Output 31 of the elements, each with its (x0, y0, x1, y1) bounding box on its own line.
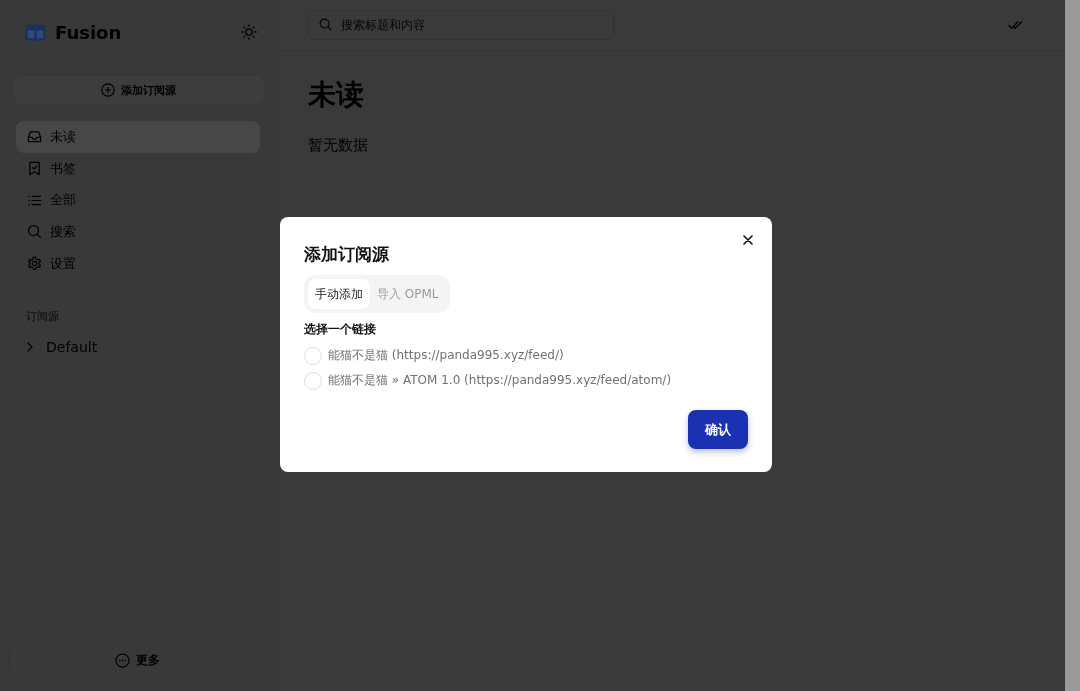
search-icon (319, 18, 332, 31)
radio-label[interactable]: 能猫不是猫 (https://panda995.xyz/feed/) (328, 347, 564, 364)
app-name: Fusion (55, 21, 122, 43)
nav-item[interactable]: 搜索 (16, 216, 260, 248)
sun-icon (241, 24, 257, 40)
bookmark-icon (27, 161, 42, 177)
inbox-icon (27, 129, 42, 145)
more-button[interactable]: 更多 (8, 645, 267, 675)
field-label: 选择一个链接 (304, 321, 376, 337)
radio-button[interactable] (304, 371, 322, 390)
nav-item[interactable]: 未读 (16, 121, 260, 153)
more-circle-icon (115, 652, 130, 668)
window-logo-icon (25, 23, 46, 41)
double-check-icon (1008, 20, 1023, 30)
radio-button[interactable] (304, 346, 322, 365)
close-button[interactable] (743, 235, 753, 245)
settings-icon (27, 256, 42, 272)
add-feed-button[interactable]: 添加订阅源 (14, 76, 263, 104)
theme-toggle-button[interactable] (241, 24, 257, 40)
feed-group-item[interactable]: Default (27, 332, 98, 363)
page-title: 未读 (308, 77, 365, 113)
search-icon (27, 224, 42, 240)
tab[interactable]: 导入 OPML (370, 279, 446, 309)
tab[interactable]: 手动添加 (308, 279, 370, 309)
confirm-button[interactable]: 确认 (688, 410, 748, 449)
scrollbar-track[interactable] (1065, 0, 1080, 691)
plus-circle-icon (101, 83, 115, 97)
dialog-title: 添加订阅源 (304, 243, 389, 266)
mark-all-read-button[interactable] (1008, 20, 1023, 30)
close-icon (743, 235, 753, 245)
radio-label[interactable]: 能猫不是猫 » ATOM 1.0 (https://panda995.xyz/feed/atom/) (328, 372, 672, 389)
